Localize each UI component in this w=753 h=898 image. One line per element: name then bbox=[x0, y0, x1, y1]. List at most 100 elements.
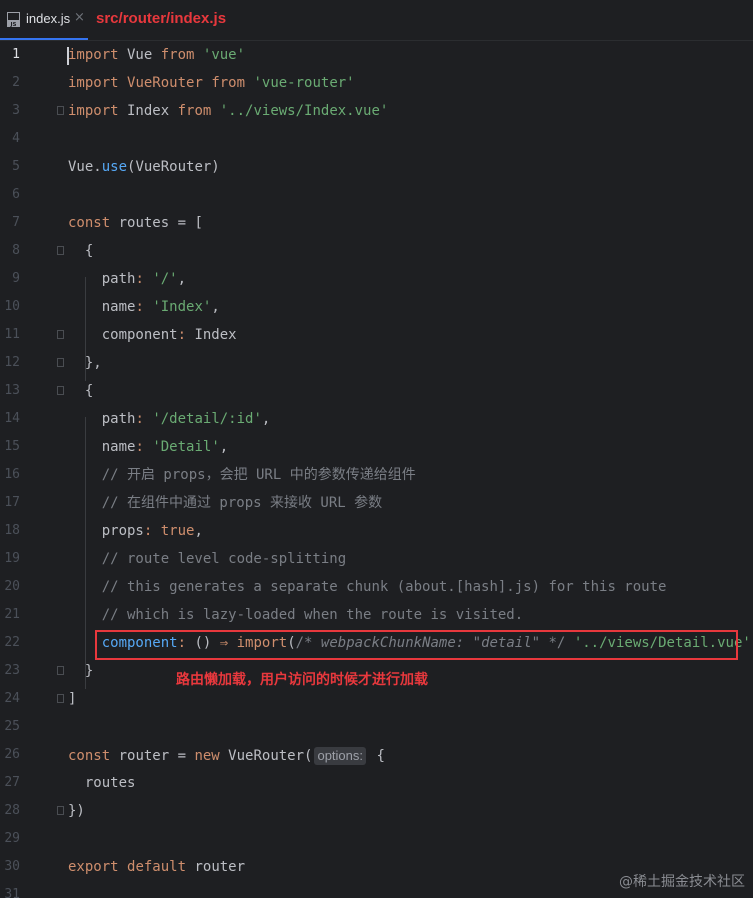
js-file-icon: JS bbox=[7, 12, 20, 27]
fold-marker-icon[interactable] bbox=[57, 106, 64, 115]
code-line[interactable]: 27 routes bbox=[0, 769, 753, 797]
code-line[interactable]: 16 // 开启 props，会把 URL 中的参数传递给组件 bbox=[0, 461, 753, 489]
code-text: import Index from '../views/Index.vue' bbox=[68, 103, 388, 119]
fold-marker-icon[interactable] bbox=[57, 330, 64, 339]
line-number: 14 bbox=[4, 411, 20, 426]
code-line[interactable]: 9 path: '/', bbox=[0, 265, 753, 293]
code-line[interactable]: 12 }, bbox=[0, 349, 753, 377]
code-line[interactable]: 11 component: Index bbox=[0, 321, 753, 349]
code-token: ] bbox=[68, 691, 77, 707]
line-number: 15 bbox=[4, 439, 20, 454]
line-number: 9 bbox=[12, 271, 20, 286]
code-token: new bbox=[194, 748, 220, 764]
code-line[interactable]: 29 bbox=[0, 825, 753, 853]
line-number: 5 bbox=[12, 159, 20, 174]
code-token: Index bbox=[186, 327, 237, 343]
code-token: }) bbox=[68, 803, 85, 819]
code-text: // 开启 props，会把 URL 中的参数传递给组件 bbox=[68, 467, 416, 483]
code-line[interactable]: 18 props: true, bbox=[0, 517, 753, 545]
code-line[interactable]: 8 { bbox=[0, 237, 753, 265]
line-number: 22 bbox=[4, 635, 20, 650]
code-token: , bbox=[177, 271, 187, 287]
line-number: 31 bbox=[4, 887, 20, 898]
code-token: use bbox=[101, 159, 128, 175]
code-editor[interactable]: 1 import Vue from 'vue' 2 import VueRouter … bbox=[0, 41, 753, 898]
code-text: path: '/', bbox=[68, 271, 186, 287]
line-number: 11 bbox=[4, 327, 20, 342]
code-token: from bbox=[160, 47, 195, 63]
code-text: name: 'Detail', bbox=[68, 439, 228, 455]
line-number: 19 bbox=[4, 551, 20, 566]
code-text: name: 'Index', bbox=[68, 299, 220, 315]
code-line[interactable]: 1 import Vue from 'vue' bbox=[0, 41, 753, 69]
line-number: 4 bbox=[12, 131, 20, 146]
fold-marker-icon[interactable] bbox=[57, 666, 64, 675]
code-token: routes bbox=[68, 775, 136, 791]
code-line[interactable]: 6 bbox=[0, 181, 753, 209]
line-number: 20 bbox=[4, 579, 20, 594]
line-number: 10 bbox=[4, 299, 20, 314]
code-token: name bbox=[101, 439, 136, 455]
code-token: Vue bbox=[118, 47, 161, 63]
code-line[interactable]: 26 const router = new VueRouter(options: … bbox=[0, 741, 753, 769]
fold-marker-icon[interactable] bbox=[57, 806, 64, 815]
code-token: true bbox=[160, 523, 195, 539]
code-line[interactable]: 4 bbox=[0, 125, 753, 153]
parameter-hint: options: bbox=[314, 747, 367, 765]
code-line[interactable]: 19 // route level code-splitting bbox=[0, 545, 753, 573]
close-icon[interactable]: × bbox=[74, 10, 85, 25]
code-line[interactable]: 2 import VueRouter from 'vue-router' bbox=[0, 69, 753, 97]
fold-marker-icon[interactable] bbox=[57, 386, 64, 395]
code-line[interactable]: 24] bbox=[0, 685, 753, 713]
code-token: , bbox=[261, 411, 271, 427]
file-path-annotation: src/router/index.js bbox=[96, 10, 227, 27]
code-line[interactable]: 13 { bbox=[0, 377, 753, 405]
code-token: 'Detail' bbox=[152, 439, 220, 455]
code-token: }, bbox=[68, 355, 102, 371]
tab-index-js[interactable]: JS index.js × bbox=[0, 0, 88, 40]
code-token: } bbox=[68, 663, 94, 679]
code-text: // 在组件中通过 props 来接收 URL 参数 bbox=[68, 495, 382, 511]
code-line[interactable]: 10 name: 'Index', bbox=[0, 293, 753, 321]
code-token: 'vue' bbox=[202, 47, 246, 63]
code-token: { bbox=[68, 383, 94, 399]
code-line[interactable]: 25 bbox=[0, 713, 753, 741]
code-token: props bbox=[101, 523, 144, 539]
code-token: VueRouter bbox=[127, 75, 203, 91]
text-cursor bbox=[67, 47, 69, 65]
code-line[interactable]: 28}) bbox=[0, 797, 753, 825]
code-token: import bbox=[68, 103, 119, 119]
fold-marker-icon[interactable] bbox=[57, 694, 64, 703]
line-number: 24 bbox=[4, 691, 20, 706]
code-line[interactable]: 15 name: 'Detail', bbox=[0, 433, 753, 461]
fold-marker-icon[interactable] bbox=[57, 358, 64, 367]
code-line[interactable]: 14 path: '/detail/:id', bbox=[0, 405, 753, 433]
code-text: path: '/detail/:id', bbox=[68, 411, 271, 427]
line-number: 8 bbox=[12, 243, 20, 258]
code-line[interactable]: 3 import Index from '../views/Index.vue' bbox=[0, 97, 753, 125]
code-line[interactable]: 21 // which is lazy-loaded when the rout… bbox=[0, 601, 753, 629]
code-token: , bbox=[219, 439, 229, 455]
fold-marker-icon[interactable] bbox=[57, 246, 64, 255]
line-number: 2 bbox=[12, 75, 20, 90]
code-line[interactable]: 7 const routes = [ bbox=[0, 209, 753, 237]
code-token: 'Index' bbox=[152, 299, 212, 315]
code-text: // which is lazy-loaded when the route i… bbox=[68, 607, 523, 623]
code-token: { bbox=[368, 748, 385, 764]
code-text: } bbox=[68, 663, 93, 679]
code-text: // this generates a separate chunk (abou… bbox=[68, 579, 667, 595]
editor-tab-bar: JS index.js × src/router/index.js bbox=[0, 0, 753, 41]
code-line[interactable]: 20 // this generates a separate chunk (a… bbox=[0, 573, 753, 601]
code-token: Vue. bbox=[68, 159, 102, 175]
code-token: , bbox=[194, 523, 203, 539]
code-text: routes bbox=[68, 775, 136, 791]
code-line[interactable]: 17 // 在组件中通过 props 来接收 URL 参数 bbox=[0, 489, 753, 517]
code-line[interactable]: 5 Vue.use(VueRouter) bbox=[0, 153, 753, 181]
